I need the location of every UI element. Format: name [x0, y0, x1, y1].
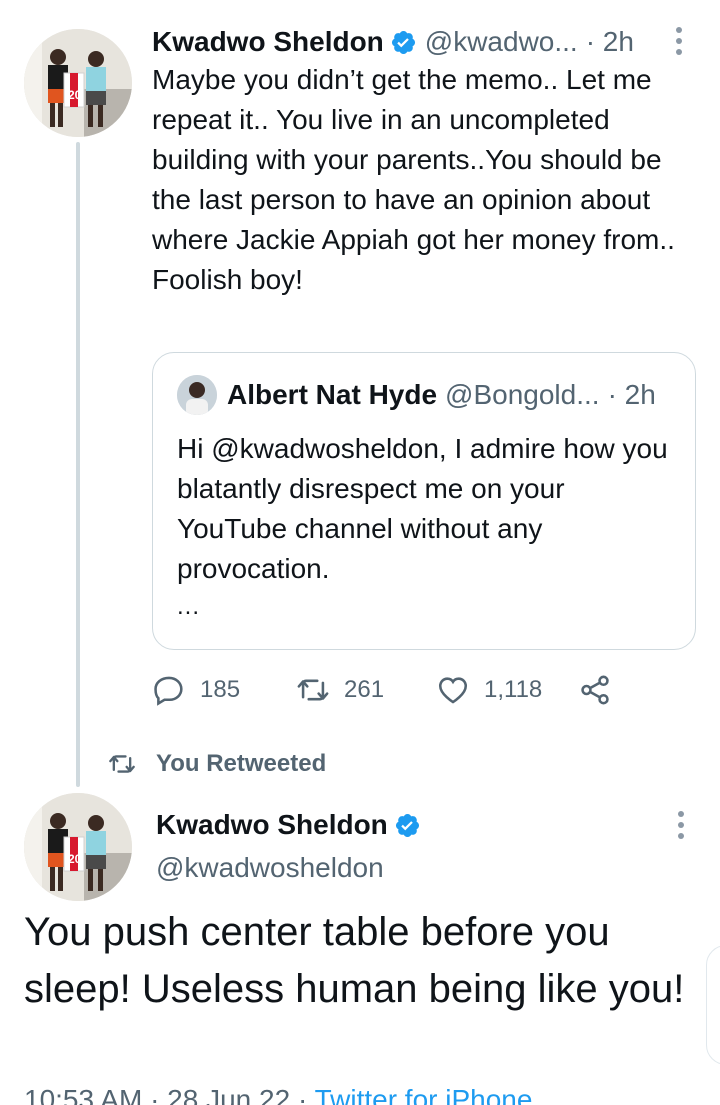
- heart-icon: [438, 677, 468, 704]
- share-icon: [581, 675, 609, 705]
- retweet-icon: [297, 679, 329, 701]
- tweet-actions: 185 261 1,118: [152, 668, 672, 712]
- reply-button[interactable]: 185: [152, 668, 240, 712]
- avatar[interactable]: 20: [24, 29, 132, 137]
- author-name[interactable]: Kwadwo Sheldon: [152, 26, 384, 58]
- quote-header: Albert Nat Hyde @Bongold... · 2h: [227, 377, 656, 413]
- tweet-text: You push center table before you sleep! …: [24, 910, 685, 1011]
- retweet-count: 261: [344, 676, 385, 703]
- verified-badge-icon: [391, 30, 415, 54]
- quote-avatar[interactable]: [177, 375, 217, 415]
- tweet-meta: 10:53 AM · 28 Jun 22 · Twitter for iPhon…: [24, 1084, 532, 1105]
- author-handle[interactable]: @kwadwo...: [425, 26, 578, 58]
- retweet-button[interactable]: 261: [296, 668, 384, 712]
- tweet-header: Kwadwo Sheldon @kwadwo... · 2h: [152, 24, 634, 60]
- tweet-source-link[interactable]: Twitter for iPhone: [315, 1084, 533, 1105]
- retweeted-label: You Retweeted: [108, 746, 326, 782]
- overlay-card-edge: [706, 945, 720, 1065]
- tweet-time[interactable]: · 2h: [586, 26, 634, 58]
- like-button[interactable]: 1,118: [436, 668, 542, 712]
- verified-badge-icon: [395, 813, 419, 837]
- quote-ellipsis: ...: [177, 593, 201, 620]
- reply-icon: [154, 676, 183, 706]
- like-count: 1,118: [484, 676, 543, 703]
- retweet-icon: [109, 755, 135, 773]
- avatar[interactable]: 20: [24, 793, 132, 901]
- quote-time: · 2h: [607, 379, 656, 410]
- author-name-row: Kwadwo Sheldon: [156, 806, 421, 844]
- thread-line: [76, 142, 80, 787]
- more-vertical-icon[interactable]: [672, 26, 686, 61]
- author-handle[interactable]: @kwadwosheldon: [156, 852, 384, 884]
- quote-author-name[interactable]: Albert Nat Hyde: [227, 379, 437, 411]
- quote-text: Hi @kwadwosheldon, I admire how you blat…: [177, 433, 668, 584]
- quoted-tweet[interactable]: Albert Nat Hyde @Bongold... · 2h Hi @kwa…: [152, 352, 696, 650]
- tweet-timestamp[interactable]: 10:53 AM · 28 Jun 22 ·: [24, 1084, 315, 1105]
- quote-author-handle[interactable]: @Bongold...: [445, 379, 600, 411]
- reply-count: 185: [200, 676, 241, 703]
- more-vertical-icon[interactable]: [674, 810, 688, 845]
- svg-text:20: 20: [68, 88, 82, 102]
- author-name[interactable]: Kwadwo Sheldon: [156, 809, 388, 841]
- share-button[interactable]: [578, 668, 612, 712]
- svg-text:20: 20: [68, 852, 82, 866]
- retweeted-text[interactable]: You Retweeted: [156, 750, 326, 778]
- tweet-text: Maybe you didn’t get the memo.. Let me r…: [152, 64, 675, 295]
